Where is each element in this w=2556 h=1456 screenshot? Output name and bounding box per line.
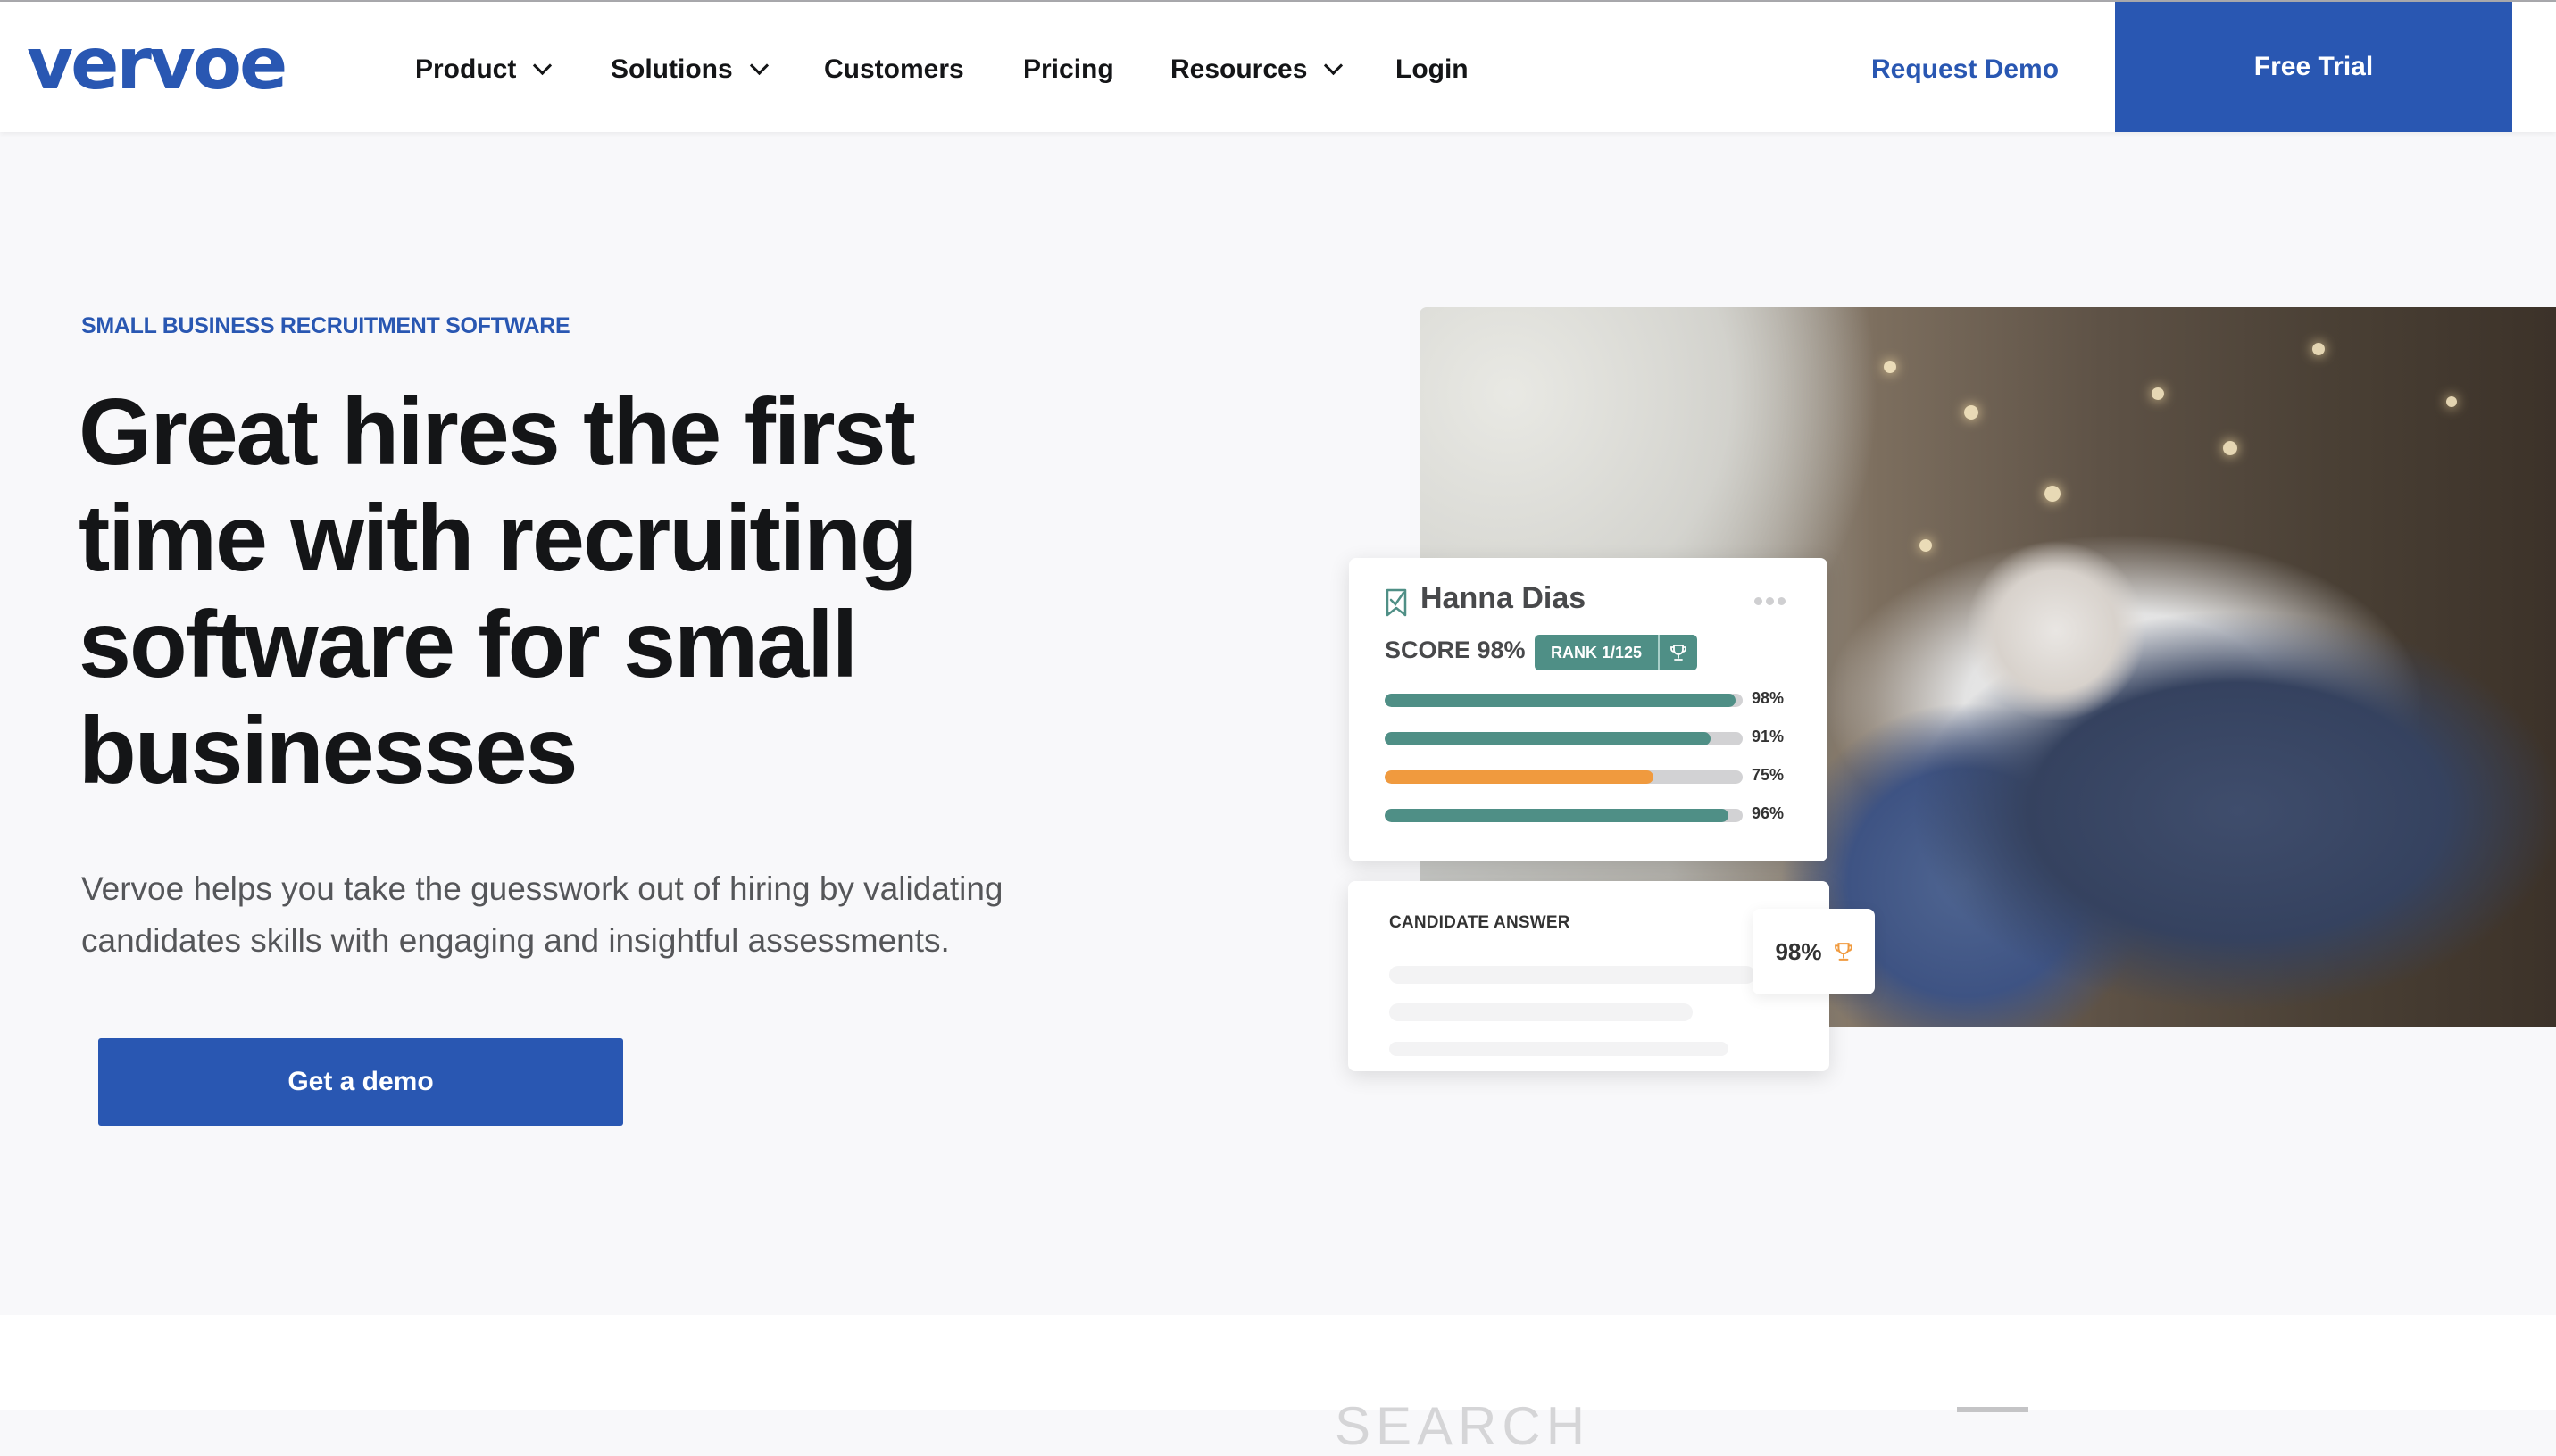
candidate-score: SCORE 98% [1385,636,1526,663]
answer-title: CANDIDATE ANSWER [1389,913,1570,932]
nav-item-pricing[interactable]: Pricing [1023,52,1114,87]
skill-bar-label: 98% [1752,689,1785,707]
vervoe-logo[interactable]: vervoe [27,20,287,109]
hero-eyebrow: SMALL BUSINESS RECRUITMENT SOFTWARE [81,313,570,338]
request-demo-link[interactable]: Request Demo [1871,52,2059,87]
chevron-down-icon [1324,55,1344,75]
answer-placeholder-line [1389,1003,1693,1021]
skill-bar-row: 75% [1385,766,1813,785]
bokeh-light [1884,361,1896,373]
skill-bar-track [1385,809,1743,822]
nav-item-label: Resources [1170,54,1308,84]
nav-item-label: Login [1395,54,1469,84]
nav-item-label: Pricing [1023,54,1114,84]
trophy-icon [1660,635,1697,670]
section-heading-partial: SEARCH [1335,1396,1591,1456]
bokeh-light [2152,387,2164,400]
bokeh-light [2044,486,2061,502]
skill-bar-track [1385,694,1743,707]
chevron-down-icon [749,55,769,75]
rank-text: RANK 1/125 [1535,635,1661,670]
bookmark-check-icon [1386,588,1407,617]
nav-item-login[interactable]: Login [1395,52,1469,87]
bokeh-light [1919,539,1932,552]
nav-item-label: Customers [824,54,964,84]
skill-bar-track [1385,732,1743,745]
nav-item-product[interactable]: Product [415,52,553,87]
skill-bar-fill [1385,809,1728,822]
skill-bar-label: 75% [1752,766,1785,784]
free-trial-label: Free Trial [2253,52,2374,81]
trophy-icon [1834,943,1852,961]
skill-bar-fill [1385,770,1653,784]
skill-bar-row: 98% [1385,689,1813,708]
skill-bar-fill [1385,732,1711,745]
skill-bar-fill [1385,694,1736,707]
answer-score-badge: 98% [1753,909,1875,994]
answer-placeholder-line [1389,966,1755,984]
skill-bar-label: 91% [1752,728,1785,745]
get-demo-label: Get a demo [287,1067,434,1096]
chevron-down-icon [533,55,553,75]
answer-placeholder-line [1389,1042,1728,1056]
top-navbar: vervoe Product Solutions Customers Prici… [0,2,2556,132]
more-dots-icon[interactable] [1754,597,1786,605]
get-demo-button[interactable]: Get a demo [98,1038,623,1126]
candidate-name: Hanna Dias [1420,581,1586,615]
skill-bar-track [1385,770,1743,784]
bokeh-light [2223,441,2237,455]
nav-item-customers[interactable]: Customers [824,52,964,87]
free-trial-button[interactable]: Free Trial [2115,2,2512,132]
skill-bar-row: 96% [1385,804,1813,823]
skill-bar-row: 91% [1385,728,1813,746]
nav-item-label: Product [415,54,517,84]
nav-item-resources[interactable]: Resources [1170,52,1344,87]
candidate-score-card: Hanna Dias SCORE 98% RANK 1/125 98% 91% 75… [1349,558,1827,861]
section-decoration [1957,1407,2028,1412]
rank-badge: RANK 1/125 [1535,635,1698,670]
next-section: SEARCH [0,1315,2556,1453]
answer-score-value: 98% [1775,937,1822,965]
bokeh-light [2312,343,2325,355]
bokeh-light [2446,396,2457,407]
hero-subtitle: Vervoe helps you take the guesswork out … [81,870,1003,959]
nav-item-solutions[interactable]: Solutions [611,52,769,87]
bokeh-light [1964,405,1978,420]
nav-item-label: Solutions [611,54,733,84]
hero-title: Great hires the first time with recruiti… [79,379,918,803]
skill-bar-label: 96% [1752,804,1785,822]
